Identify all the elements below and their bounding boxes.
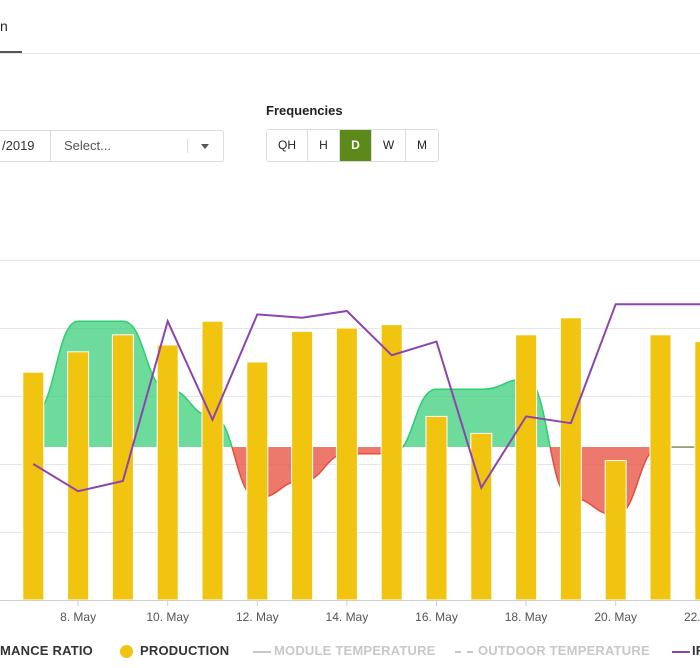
chart-legend: MANCE RATIO PRODUCTION MODULE TEMPERATUR…	[0, 640, 700, 662]
production-bar	[470, 432, 493, 601]
legend-irradiation-marker	[672, 651, 690, 653]
chevron-down-icon[interactable]	[201, 144, 209, 149]
legend-module-temperature[interactable]: MODULE TEMPERATURE	[274, 643, 436, 658]
frequency-button-h[interactable]: H	[308, 130, 340, 161]
production-bar	[559, 317, 582, 601]
select-separator	[187, 139, 188, 153]
date-range-end-input[interactable]: /2019	[0, 130, 51, 162]
x-axis-tick-label: 14. May	[326, 610, 369, 624]
legend-outdoor-temperature[interactable]: OUTDOOR TEMPERATURE	[478, 643, 650, 658]
production-chart: 8. May 10. May 12. May 14. May 16. May 18. Ma…	[0, 260, 700, 624]
production-bar	[649, 334, 672, 601]
date-range-end-value: /2019	[2, 138, 35, 153]
production-bar	[335, 327, 358, 601]
tab-bar: n	[0, 0, 700, 54]
x-axis-tick-label: 8. May	[60, 610, 96, 624]
x-axis-tick-label: 18. May	[505, 610, 548, 624]
legend-outdoor-temperature-marker	[455, 651, 473, 653]
production-bar	[22, 371, 45, 601]
production-bar	[156, 344, 179, 601]
tab-underline	[0, 51, 22, 53]
frequency-button-w[interactable]: W	[372, 130, 406, 161]
x-axis-tick-label: 16. May	[415, 610, 458, 624]
frequency-button-qh[interactable]: QH	[267, 130, 308, 161]
x-axis-tick-label: 10. May	[146, 610, 189, 624]
production-bar	[694, 341, 700, 601]
frequency-button-group: QH H D W M	[266, 129, 439, 162]
legend-irradiation[interactable]: IR	[692, 643, 700, 658]
production-bar	[67, 351, 90, 601]
production-bar	[291, 330, 314, 601]
legend-production-marker	[120, 645, 133, 658]
x-axis-tick-label: 22. May	[684, 610, 700, 624]
legend-production[interactable]: PRODUCTION	[140, 643, 229, 658]
tab-active[interactable]: n	[0, 18, 8, 34]
frequencies-label: Frequencies	[266, 103, 343, 118]
production-bar	[380, 324, 403, 601]
production-bar	[201, 320, 224, 601]
frequency-button-d[interactable]: D	[340, 130, 372, 161]
production-bar	[111, 334, 134, 601]
x-axis-tick-label: 20. May	[594, 610, 637, 624]
frequency-button-m[interactable]: M	[406, 130, 438, 161]
production-bar	[604, 460, 627, 601]
select-placeholder: Select...	[64, 138, 111, 153]
x-axis: 8. May 10. May 12. May 14. May 16. May 18. Ma…	[0, 600, 700, 624]
production-bar	[425, 415, 448, 601]
production-bar	[246, 361, 269, 601]
asset-select[interactable]: Select...	[50, 130, 224, 162]
legend-module-temperature-marker	[253, 651, 271, 653]
x-axis-tick-label: 12. May	[236, 610, 279, 624]
production-bar	[515, 334, 538, 601]
legend-performance-ratio[interactable]: MANCE RATIO	[0, 643, 93, 658]
